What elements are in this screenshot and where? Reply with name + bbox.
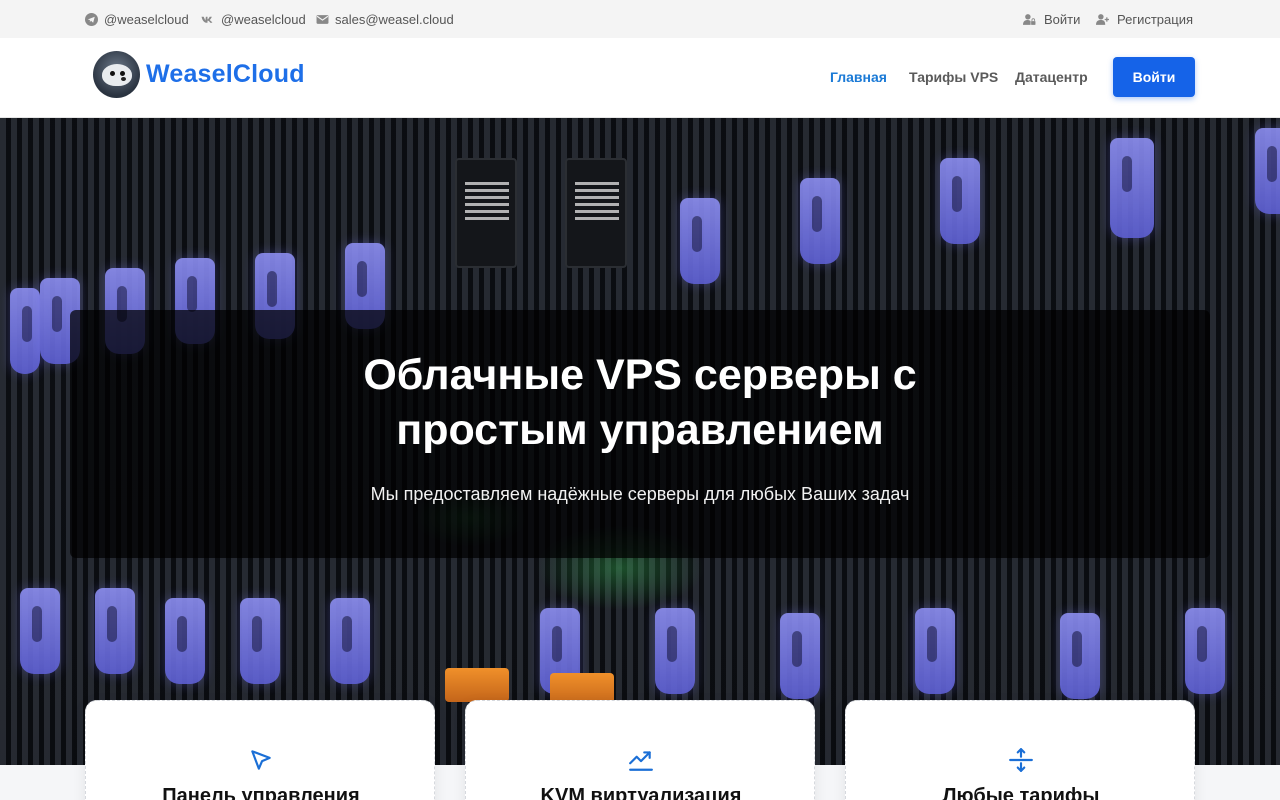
topbar-login-label: Войти: [1044, 11, 1081, 27]
feature-title: Любые тарифы: [942, 785, 1100, 800]
hero-panel: Облачные VPS серверы с простым управлени…: [70, 310, 1210, 558]
nav-home[interactable]: Главная: [830, 38, 887, 116]
feature-card-plans[interactable]: Любые тарифы: [845, 700, 1195, 800]
topbar-register-label: Регистрация: [1117, 11, 1193, 27]
brand-logo[interactable]: WeaselCloud: [93, 50, 305, 98]
nav-vps-plans[interactable]: Тарифы VPS: [909, 38, 998, 116]
feature-title: KVM виртуализация: [540, 785, 742, 800]
vk-handle: @weaselcloud: [221, 11, 306, 27]
cursor-icon: [248, 747, 274, 773]
login-button[interactable]: Войти: [1113, 57, 1195, 97]
user-lock-icon: [1023, 13, 1036, 25]
envelope-icon: [316, 14, 329, 24]
arrows-vertical-icon: [1008, 747, 1034, 773]
vk-icon: [201, 16, 213, 23]
email-link[interactable]: sales@weasel.cloud: [316, 0, 454, 38]
user-plus-icon: [1096, 13, 1109, 25]
nav-datacenter[interactable]: Датацентр: [1015, 38, 1088, 116]
telegram-icon: [85, 12, 98, 26]
trending-up-icon: [628, 747, 654, 773]
hero-title-line-2: простым управлением: [396, 406, 884, 454]
weasel-logo-image: [93, 50, 140, 98]
vk-link[interactable]: @weaselcloud: [200, 0, 306, 38]
telegram-handle: @weaselcloud: [104, 11, 189, 27]
topbar: @weaselcloud @weaselcloud sales@weasel.c…: [0, 0, 1280, 38]
hero-section: Облачные VPS серверы с простым управлени…: [0, 118, 1280, 765]
email-address: sales@weasel.cloud: [335, 11, 454, 27]
hero-title-line-1: Облачные VPS серверы с: [363, 351, 917, 399]
hero-title: Облачные VPS серверы с простым управлени…: [70, 348, 1210, 458]
feature-card-kvm[interactable]: KVM виртуализация: [465, 700, 815, 800]
topbar-login-link[interactable]: Войти: [1021, 0, 1080, 38]
brand-name: WeaselCloud: [146, 59, 305, 88]
feature-card-control-panel[interactable]: Панель управления: [85, 700, 435, 800]
feature-title: Панель управления: [162, 785, 360, 800]
telegram-link[interactable]: @weaselcloud: [85, 0, 189, 38]
main-header: WeaselCloud Главная Тарифы VPS Датацентр…: [0, 38, 1280, 118]
topbar-register-link[interactable]: Регистрация: [1094, 0, 1193, 38]
hero-subtitle: Мы предоставляем надёжные серверы для лю…: [370, 484, 910, 504]
